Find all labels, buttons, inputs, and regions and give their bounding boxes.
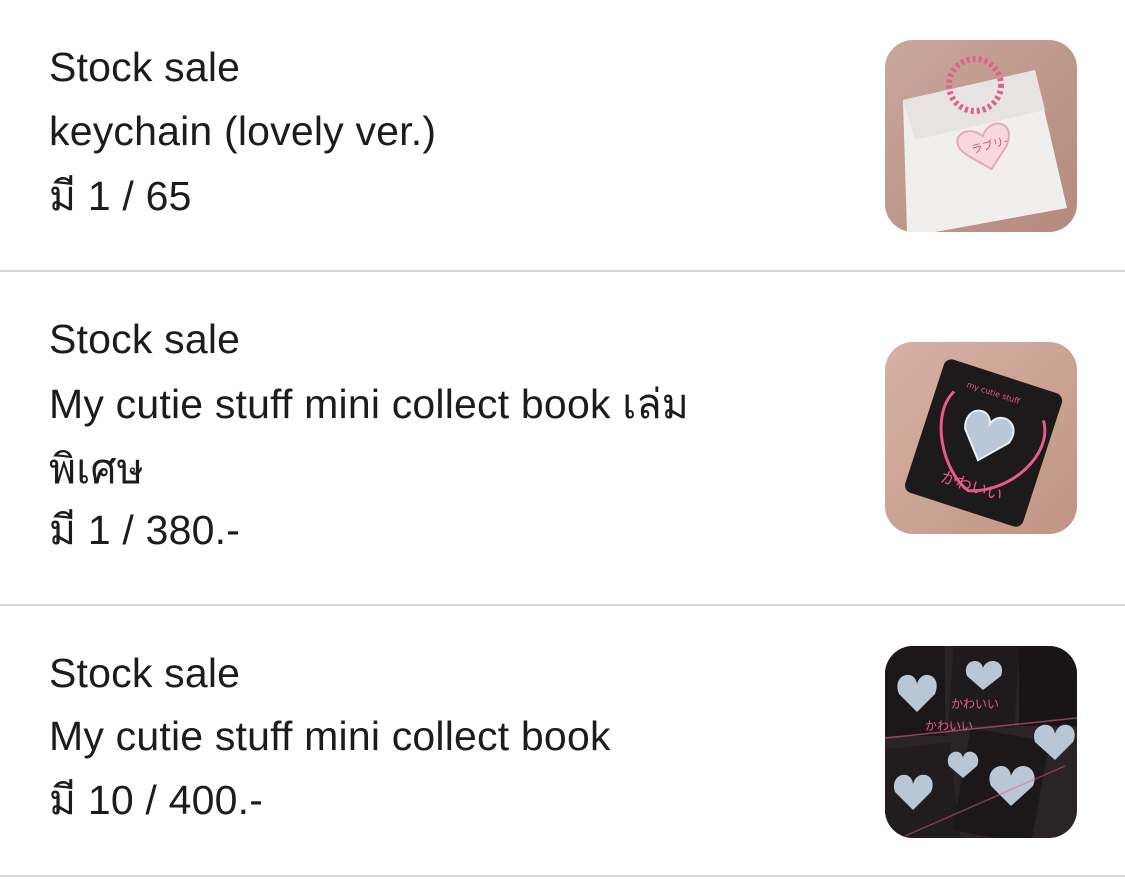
svg-text:かわいい: かわいい bbox=[951, 697, 999, 711]
item-title: keychain (lovely ver.) bbox=[49, 108, 437, 154]
item-stock-price: มี 1 / 65 bbox=[49, 173, 192, 219]
item-stock-price: มี 10 / 400.- bbox=[49, 777, 264, 823]
item-category: Stock sale bbox=[49, 650, 241, 696]
item-stock-price: มี 1 / 380.- bbox=[49, 507, 241, 553]
list-item[interactable]: Stock sale keychain (lovely ver.) มี 1 /… bbox=[0, 0, 1125, 271]
product-list: Stock sale keychain (lovely ver.) มี 1 /… bbox=[0, 0, 1125, 888]
item-title-continued: พิเศษ bbox=[49, 446, 144, 492]
item-category: Stock sale bbox=[49, 316, 241, 362]
item-category: Stock sale bbox=[49, 44, 241, 90]
divider bbox=[0, 875, 1125, 877]
item-title: My cutie stuff mini collect book bbox=[49, 713, 611, 759]
item-thumbnail[interactable]: かわいい my cutie stuff bbox=[885, 342, 1077, 534]
item-thumbnail[interactable]: ラブリ- bbox=[885, 40, 1077, 232]
list-item[interactable]: Stock sale My cutie stuff mini collect b… bbox=[0, 272, 1125, 605]
item-title: My cutie stuff mini collect book เล่ม bbox=[49, 381, 689, 427]
list-item[interactable]: Stock sale My cutie stuff mini collect b… bbox=[0, 606, 1125, 876]
item-thumbnail[interactable]: かわいい かわいい bbox=[885, 646, 1077, 838]
